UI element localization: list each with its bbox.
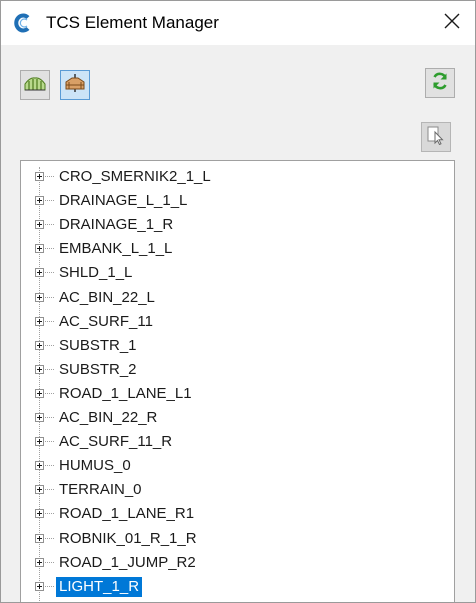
window-title: TCS Element Manager xyxy=(46,13,219,32)
tree-item-label[interactable]: ROAD_1_LANE_L1 xyxy=(56,384,195,404)
tree-item[interactable]: TERRAIN_0 xyxy=(21,478,454,502)
tree-item[interactable]: CRO_SMERNIK2_1_L xyxy=(21,165,454,189)
tree-branch-line xyxy=(45,272,54,274)
tree-item-label[interactable]: DRAINAGE_L_1_L xyxy=(56,191,190,211)
tree-item[interactable]: ROBNIK_01_R_1_R xyxy=(21,527,454,551)
expand-icon[interactable] xyxy=(35,172,44,181)
tree-item[interactable]: DRAINAGE_L_1_L xyxy=(21,189,454,213)
tree-item[interactable]: AC_BIN_22_R xyxy=(21,406,454,430)
tree-item-label[interactable]: AC_BIN_22_L xyxy=(56,288,158,308)
tree-item-label[interactable]: LIGHT_1_R xyxy=(56,576,143,597)
tree-branch-line xyxy=(45,465,54,467)
close-button[interactable] xyxy=(439,10,465,36)
tree-item[interactable]: LIGHT_1_R xyxy=(21,575,454,599)
tree-branch-line xyxy=(45,441,54,443)
tree-branch-line xyxy=(45,585,54,587)
close-icon xyxy=(444,13,460,34)
tree-item[interactable]: ROAD_1_LANE_L1 xyxy=(21,382,454,406)
tree-item-label[interactable]: AC_BIN_22_R xyxy=(56,408,160,428)
select-element-icon xyxy=(426,125,446,150)
tree-item-label[interactable]: ROAD_1_JUMP_R2 xyxy=(56,553,199,573)
expand-icon[interactable] xyxy=(35,509,44,519)
tree-branch-line xyxy=(45,368,54,370)
tree-item-label[interactable]: ROBNIK_01_R_1_R xyxy=(56,529,200,549)
tree-item[interactable]: HUMUS_0 xyxy=(21,454,454,478)
tree-branch-line xyxy=(45,320,54,322)
tree-branch-line xyxy=(45,296,54,298)
tree-branch-line xyxy=(45,561,54,563)
cross-section-icon xyxy=(64,73,86,98)
title-bar: TCS Element Manager xyxy=(1,1,475,45)
tree-branch-line xyxy=(45,248,54,250)
tree-branch-line xyxy=(45,200,54,202)
tree-item-label[interactable]: ROAD_1_LANE_R1 xyxy=(56,504,197,524)
expand-icon[interactable] xyxy=(35,244,44,254)
tree-branch-line xyxy=(45,513,54,515)
refresh-button[interactable] xyxy=(425,68,455,98)
tree-item-label[interactable]: SUBSTR_2 xyxy=(56,360,140,380)
select-element-button[interactable] xyxy=(421,122,451,152)
tcs-element-manager-window: TCS Element Manager CRO_SMERNIK2_1_L DRA… xyxy=(0,0,476,603)
tree-item[interactable]: AC_BIN_22_L xyxy=(21,286,454,310)
tree-item-label[interactable]: SUBSTR_1 xyxy=(56,336,140,356)
tree-item[interactable]: AC_SURF_11 xyxy=(21,310,454,334)
tree-item-label[interactable]: SHLD_1_L xyxy=(56,263,135,283)
expand-icon[interactable] xyxy=(35,196,44,206)
expand-icon[interactable] xyxy=(35,292,44,302)
expand-icon[interactable] xyxy=(35,557,44,567)
tree-item[interactable]: ROAD_1_LANE_R1 xyxy=(21,502,454,526)
tree-item[interactable]: SUBSTR_2 xyxy=(21,358,454,382)
tree-item[interactable]: AC_SURF_11_R xyxy=(21,430,454,454)
tree-item[interactable]: DRAINAGE_1_R xyxy=(21,213,454,237)
tree-item-label[interactable]: AC_SURF_11 xyxy=(56,312,156,332)
tree-item-label[interactable]: DRAINAGE_1_R xyxy=(56,215,176,235)
tree-branch-line xyxy=(45,344,54,346)
tree-item-label[interactable]: HUMUS_0 xyxy=(56,456,134,476)
expand-icon[interactable] xyxy=(35,437,44,447)
profile-view-button[interactable] xyxy=(20,70,50,100)
tree-branch-line xyxy=(45,224,54,226)
expand-icon[interactable] xyxy=(35,220,44,230)
refresh-icon xyxy=(430,71,450,96)
cross-section-view-button[interactable] xyxy=(60,70,90,100)
tree-item[interactable]: SUBSTR_1 xyxy=(21,334,454,358)
longitudinal-profile-icon xyxy=(24,74,46,97)
expand-icon[interactable] xyxy=(35,364,44,374)
tree-branch-line xyxy=(45,489,54,491)
tree-item[interactable]: ROAD_1_JUMP_R2 xyxy=(21,551,454,575)
tree-item-label[interactable]: TERRAIN_0 xyxy=(56,480,145,500)
tree-item-label[interactable]: AC_SURF_11_R xyxy=(56,432,175,452)
tree-item[interactable]: SHLD_1_L xyxy=(21,261,454,285)
element-tree[interactable]: CRO_SMERNIK2_1_L DRAINAGE_L_1_L DRAINAGE_1… xyxy=(20,160,455,602)
expand-icon[interactable] xyxy=(35,413,44,422)
expand-icon[interactable] xyxy=(35,316,44,326)
tree-branch-line xyxy=(45,176,54,177)
expand-icon[interactable] xyxy=(35,461,44,471)
tcs-app-icon xyxy=(14,13,32,33)
expand-icon[interactable] xyxy=(35,268,44,278)
tree-item[interactable]: EMBANK_L_1_L xyxy=(21,237,454,261)
expand-icon[interactable] xyxy=(35,340,44,350)
tree-branch-line xyxy=(45,417,54,418)
expand-icon[interactable] xyxy=(35,533,44,543)
expand-icon[interactable] xyxy=(35,485,44,495)
expand-icon[interactable] xyxy=(35,581,44,591)
tree-branch-line xyxy=(45,392,54,394)
tree-branch-line xyxy=(45,537,54,539)
expand-icon[interactable] xyxy=(35,388,44,398)
tree-item-label[interactable]: CRO_SMERNIK2_1_L xyxy=(56,167,214,187)
tree-item-label[interactable]: EMBANK_L_1_L xyxy=(56,239,175,259)
